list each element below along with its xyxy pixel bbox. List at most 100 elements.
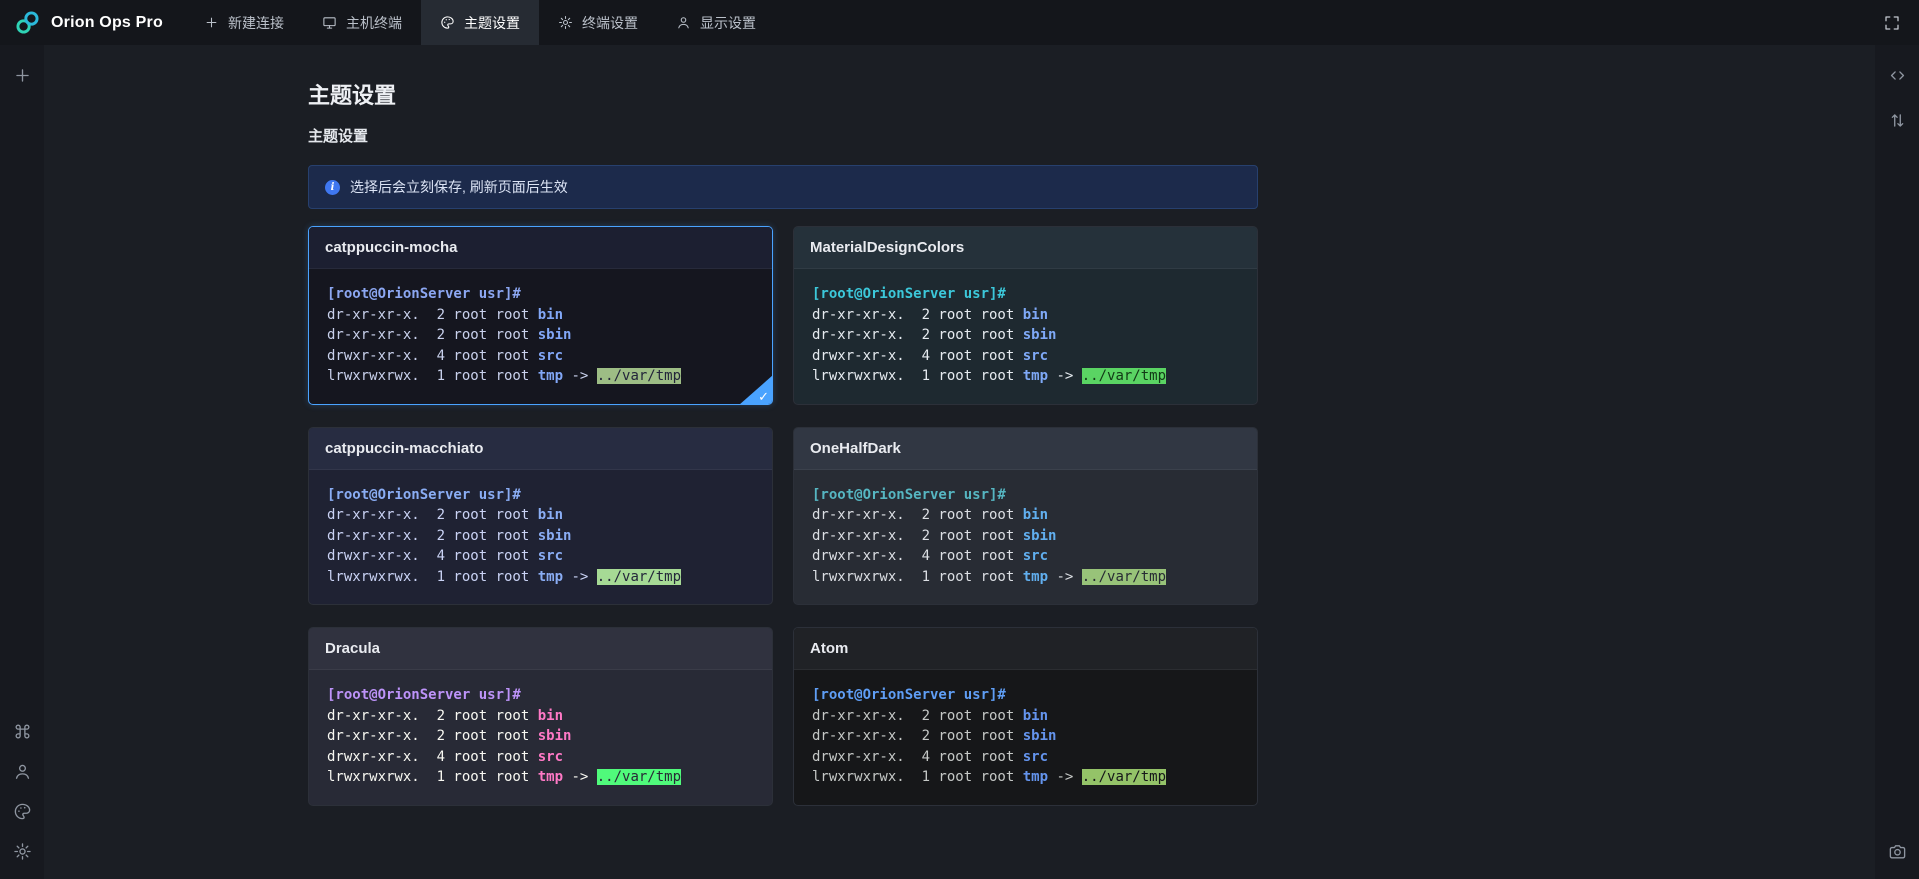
terminal-line: dr-xr-xr-x. 2 root root bin <box>327 505 754 526</box>
nav-item-label: 新建连接 <box>228 13 284 33</box>
dir-name: sbin <box>1023 728 1057 744</box>
symlink-arrow: -> <box>1048 769 1082 785</box>
right-rail-bottom <box>1888 842 1907 879</box>
terminal-prompt: [root@OrionServer usr]# <box>327 284 754 305</box>
symlink-target: ../var/tmp <box>597 569 681 585</box>
theme-card-Atom[interactable]: Atom[root@OrionServer usr]#dr-xr-xr-x. 2… <box>793 627 1258 806</box>
terminal-line: dr-xr-xr-x. 2 root root sbin <box>812 325 1239 346</box>
terminal-preview: [root@OrionServer usr]#dr-xr-xr-x. 2 roo… <box>309 470 772 605</box>
app-brand[interactable]: Orion Ops Pro <box>0 0 185 45</box>
dir-name: tmp <box>538 769 563 785</box>
terminal-text: drwxr-xr-x. 4 root root <box>327 749 538 765</box>
command-icon[interactable] <box>13 722 32 741</box>
terminal-line: dr-xr-xr-x. 2 root root bin <box>812 706 1239 727</box>
symlink-arrow: -> <box>563 569 597 585</box>
dir-name: tmp <box>1023 368 1048 384</box>
dir-name: sbin <box>538 327 572 343</box>
terminal-line: drwxr-xr-x. 4 root root src <box>327 546 754 567</box>
nav-item-terminal-settings[interactable]: 终端设置 <box>539 0 657 45</box>
nav-item-label: 终端设置 <box>582 13 638 33</box>
dir-name: bin <box>1023 507 1048 523</box>
nav-item-label: 显示设置 <box>700 13 756 33</box>
symlink-arrow: -> <box>563 769 597 785</box>
left-rail-top <box>13 45 32 85</box>
dir-name: bin <box>538 307 563 323</box>
terminal-line: drwxr-xr-x. 4 root root src <box>812 346 1239 367</box>
user-icon[interactable] <box>13 762 32 781</box>
terminal-line: lrwxrwxrwx. 1 root root tmp -> ../var/tm… <box>812 567 1239 588</box>
terminal-line: lrwxrwxrwx. 1 root root tmp -> ../var/tm… <box>812 767 1239 788</box>
dir-name: tmp <box>1023 769 1048 785</box>
terminal-text: dr-xr-xr-x. 2 root root <box>812 528 1023 544</box>
sort-icon[interactable] <box>1888 111 1907 130</box>
theme-card-catppuccin-macchiato[interactable]: catppuccin-macchiato[root@OrionServer us… <box>308 427 773 606</box>
terminal-line: lrwxrwxrwx. 1 root root tmp -> ../var/tm… <box>327 366 754 387</box>
nav-item-display-settings[interactable]: 显示设置 <box>657 0 775 45</box>
gear-icon <box>558 15 573 30</box>
terminal-text: dr-xr-xr-x. 2 root root <box>327 728 538 744</box>
theme-card-MaterialDesignColors[interactable]: MaterialDesignColors[root@OrionServer us… <box>793 226 1258 405</box>
plus-icon[interactable] <box>13 66 32 85</box>
code-icon[interactable] <box>1888 66 1907 85</box>
symlink-target: ../var/tmp <box>597 769 681 785</box>
symlink-arrow: -> <box>563 368 597 384</box>
dir-name: src <box>1023 749 1048 765</box>
terminal-prompt: [root@OrionServer usr]# <box>327 485 754 506</box>
dir-name: src <box>538 548 563 564</box>
fullscreen-icon <box>1883 14 1901 32</box>
terminal-text: dr-xr-xr-x. 2 root root <box>327 307 538 323</box>
terminal-line: drwxr-xr-x. 4 root root src <box>327 346 754 367</box>
terminal-text: lrwxrwxrwx. 1 root root <box>327 569 538 585</box>
theme-card-OneHalfDark[interactable]: OneHalfDark [root@OrionServer usr]# dr-xr-… <box>793 427 1258 606</box>
dir-name: src <box>538 348 563 364</box>
camera-icon[interactable] <box>1888 842 1907 861</box>
terminal-line: drwxr-xr-x. 4 root root src <box>327 747 754 768</box>
terminal-preview: [root@OrionServer usr]#dr-xr-xr-x. 2 roo… <box>309 670 772 805</box>
palette-icon[interactable] <box>13 802 32 821</box>
terminal-text: lrwxrwxrwx. 1 root root <box>812 769 1023 785</box>
gear-icon[interactable] <box>13 842 32 861</box>
dir-name: tmp <box>538 368 563 384</box>
nav-spacer <box>775 0 1865 45</box>
nav-item-new-connection[interactable]: 新建连接 <box>185 0 303 45</box>
dir-name: sbin <box>1023 528 1057 544</box>
terminal-text: dr-xr-xr-x. 2 root root <box>327 327 538 343</box>
theme-grid: catppuccin-mocha[root@OrionServer usr]#d… <box>308 226 1258 846</box>
theme-name: MaterialDesignColors <box>794 227 1257 269</box>
left-rail <box>0 45 44 879</box>
symlink-target: ../var/tmp <box>597 368 681 384</box>
dir-name: sbin <box>1023 327 1057 343</box>
terminal-prompt: [root@OrionServer usr]# <box>327 685 754 706</box>
main-content: 主题设置 主题设置 i 选择后会立刻保存, 刷新页面后生效 catppuccin… <box>44 45 1875 879</box>
terminal-prompt: [root@OrionServer usr]# <box>812 685 1239 706</box>
terminal-line: dr-xr-xr-x. 2 root root bin <box>812 305 1239 326</box>
palette-icon <box>440 15 455 30</box>
terminal-text: dr-xr-xr-x. 2 root root <box>812 708 1023 724</box>
nav-item-theme-settings[interactable]: 主题设置 <box>421 0 539 45</box>
terminal-text: lrwxrwxrwx. 1 root root <box>812 569 1023 585</box>
left-rail-bottom <box>13 722 32 879</box>
section-title: 主题设置 <box>308 127 1258 147</box>
dir-name: src <box>538 749 563 765</box>
right-rail <box>1875 45 1919 879</box>
app-title: Orion Ops Pro <box>51 14 163 32</box>
terminal-line: drwxr-xr-x. 4 root root src <box>812 546 1239 567</box>
fullscreen-button[interactable] <box>1865 0 1919 45</box>
dir-name: tmp <box>1023 569 1048 585</box>
terminal-line: lrwxrwxrwx. 1 root root tmp -> ../var/tm… <box>812 366 1239 387</box>
theme-card-Dracula[interactable]: Dracula[root@OrionServer usr]#dr-xr-xr-x… <box>308 627 773 806</box>
symlink-arrow: -> <box>1048 569 1082 585</box>
terminal-text: drwxr-xr-x. 4 root root <box>327 348 538 364</box>
nav-item-host-terminal[interactable]: 主机终端 <box>303 0 421 45</box>
terminal-text: lrwxrwxrwx. 1 root root <box>812 368 1023 384</box>
symlink-target: ../var/tmp <box>1082 368 1166 384</box>
theme-name: OneHalfDark <box>794 428 1257 470</box>
terminal-line: dr-xr-xr-x. 2 root root bin <box>327 706 754 727</box>
top-navbar: Orion Ops Pro 新建连接主机终端主题设置 终端设置 显示设置 <box>0 0 1919 45</box>
info-icon: i <box>325 180 340 195</box>
dir-name: tmp <box>538 569 563 585</box>
content-container: 主题设置 主题设置 i 选择后会立刻保存, 刷新页面后生效 catppuccin… <box>308 45 1258 846</box>
terminal-icon <box>322 15 337 30</box>
theme-card-catppuccin-mocha[interactable]: catppuccin-mocha[root@OrionServer usr]#d… <box>308 226 773 405</box>
terminal-prompt: [root@OrionServer usr]# <box>812 485 1239 506</box>
